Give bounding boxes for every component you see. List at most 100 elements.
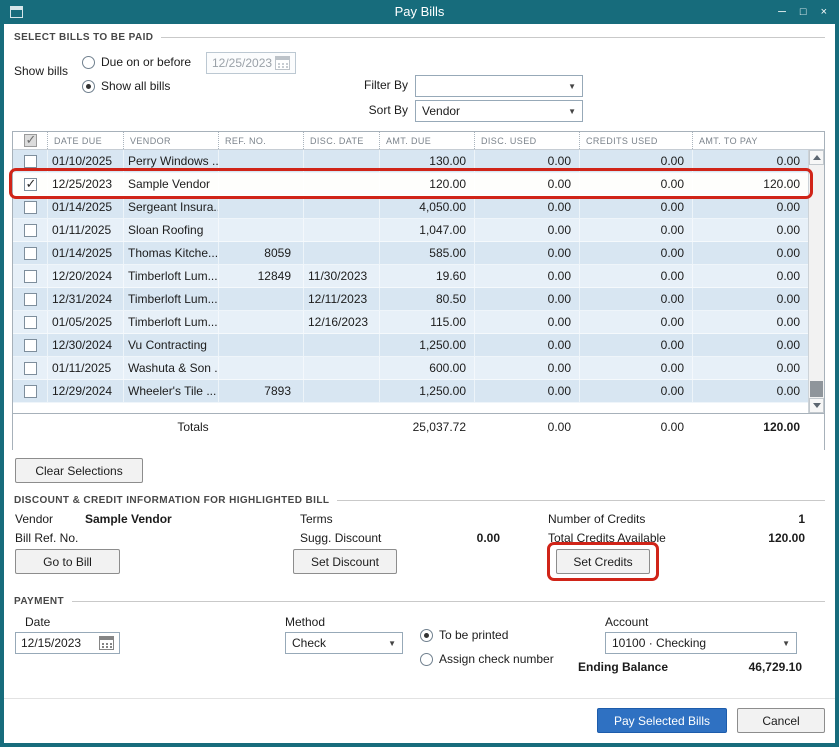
table-row[interactable]: 12/20/2024 Timberloft Lum... 12849 11/30… bbox=[13, 265, 808, 288]
amt-to-pay-cell: 120.00 bbox=[692, 173, 808, 195]
row-checkbox[interactable] bbox=[24, 293, 37, 306]
vendor-cell: Timberloft Lum... bbox=[123, 288, 218, 310]
table-row[interactable]: 12/29/2024 Wheeler's Tile ... 7893 1,250… bbox=[13, 380, 808, 403]
col-header-disc-used[interactable]: DISC. USED bbox=[474, 132, 579, 149]
date-due-cell: 12/29/2024 bbox=[47, 380, 123, 402]
table-row[interactable]: 01/11/2025 Washuta & Son ... 600.00 0.00… bbox=[13, 357, 808, 380]
vendor-cell: Perry Windows ... bbox=[123, 150, 218, 172]
row-checkbox[interactable] bbox=[24, 155, 37, 168]
row-checkbox[interactable] bbox=[24, 247, 37, 260]
calendar-icon[interactable] bbox=[275, 56, 290, 70]
due-date-value: 12/25/2023 bbox=[212, 56, 272, 70]
scroll-down-button[interactable] bbox=[809, 398, 824, 413]
date-due-cell: 01/11/2025 bbox=[47, 357, 123, 379]
clear-selections-button[interactable]: Clear Selections bbox=[15, 458, 143, 483]
col-header-ref-no[interactable]: REF. NO. bbox=[218, 132, 303, 149]
assign-check-number-label[interactable]: Assign check number bbox=[439, 652, 554, 666]
filter-by-dropdown[interactable]: ▼ bbox=[415, 75, 583, 97]
row-checkbox[interactable] bbox=[24, 339, 37, 352]
col-header-disc-date[interactable]: DISC. DATE bbox=[303, 132, 379, 149]
table-row[interactable]: 01/11/2025 Sloan Roofing 1,047.00 0.00 0… bbox=[13, 219, 808, 242]
due-on-or-before-radio[interactable]: Due on or before bbox=[82, 55, 191, 69]
radio-icon[interactable] bbox=[82, 80, 95, 93]
totals-amt-due: 25,037.72 bbox=[379, 420, 474, 434]
date-due-cell: 01/10/2025 bbox=[47, 150, 123, 172]
disc-date-cell bbox=[303, 150, 379, 172]
col-header-date-due[interactable]: DATE DUE bbox=[47, 132, 123, 149]
close-icon[interactable]: × bbox=[821, 6, 827, 18]
vendor-cell: Sample Vendor bbox=[123, 173, 218, 195]
scrollbar-thumb[interactable] bbox=[810, 381, 823, 397]
disc-date-cell: 11/30/2023 bbox=[303, 265, 379, 287]
disc-date-cell bbox=[303, 219, 379, 241]
pay-selected-bills-button[interactable]: Pay Selected Bills bbox=[597, 708, 727, 733]
calendar-icon[interactable] bbox=[99, 636, 114, 650]
total-credits-available-value: 120.00 bbox=[700, 531, 805, 545]
radio-icon[interactable] bbox=[420, 653, 433, 666]
table-row[interactable]: 01/14/2025 Sergeant Insura... 4,050.00 0… bbox=[13, 196, 808, 219]
credits-used-cell: 0.00 bbox=[579, 265, 692, 287]
col-header-amt-to-pay[interactable]: AMT. TO PAY bbox=[692, 132, 824, 149]
set-discount-button[interactable]: Set Discount bbox=[293, 549, 397, 574]
maximize-icon[interactable]: □ bbox=[800, 6, 807, 18]
assign-check-number-radio[interactable]: Assign check number bbox=[420, 652, 554, 666]
radio-icon[interactable] bbox=[82, 56, 95, 69]
go-to-bill-button[interactable]: Go to Bill bbox=[15, 549, 120, 574]
amt-due-cell: 4,050.00 bbox=[379, 196, 474, 218]
sort-by-value: Vendor bbox=[422, 104, 460, 118]
account-label: Account bbox=[605, 615, 648, 629]
payment-date-field[interactable]: 12/15/2023 bbox=[15, 632, 120, 654]
amt-due-cell: 1,250.00 bbox=[379, 380, 474, 402]
table-row[interactable]: 12/31/2024 Timberloft Lum... 12/11/2023 … bbox=[13, 288, 808, 311]
row-checkbox[interactable] bbox=[24, 178, 37, 191]
sugg-discount-label: Sugg. Discount bbox=[300, 531, 381, 545]
disc-date-cell: 12/11/2023 bbox=[303, 288, 379, 310]
table-row[interactable]: 12/30/2024 Vu Contracting 1,250.00 0.00 … bbox=[13, 334, 808, 357]
ref-no-cell bbox=[218, 173, 303, 195]
vendor-cell: Timberloft Lum... bbox=[123, 265, 218, 287]
row-checkbox[interactable] bbox=[24, 201, 37, 214]
sugg-discount-value: 0.00 bbox=[420, 531, 500, 545]
ref-no-cell bbox=[218, 334, 303, 356]
table-body: 01/10/2025 Perry Windows ... 130.00 0.00… bbox=[13, 150, 808, 413]
vendor-cell: Vu Contracting bbox=[123, 334, 218, 356]
sort-by-dropdown[interactable]: Vendor ▼ bbox=[415, 100, 583, 122]
method-dropdown[interactable]: Check ▼ bbox=[285, 632, 403, 654]
show-all-bills-radio[interactable]: Show all bills bbox=[82, 79, 170, 93]
table-scrollbar[interactable] bbox=[808, 150, 824, 413]
disc-date-cell: 12/16/2023 bbox=[303, 311, 379, 333]
select-all-checkbox[interactable] bbox=[24, 134, 37, 147]
vendor-cell: Thomas Kitche... bbox=[123, 242, 218, 264]
table-row-selected[interactable]: 12/25/2023 Sample Vendor 120.00 0.00 0.0… bbox=[13, 173, 808, 196]
row-checkbox[interactable] bbox=[24, 270, 37, 283]
due-on-or-before-label[interactable]: Due on or before bbox=[101, 55, 191, 69]
disc-date-cell bbox=[303, 196, 379, 218]
col-header-vendor[interactable]: VENDOR bbox=[123, 132, 218, 149]
disc-date-cell bbox=[303, 173, 379, 195]
to-be-printed-radio[interactable]: To be printed bbox=[420, 628, 508, 642]
row-checkbox[interactable] bbox=[24, 316, 37, 329]
bill-ref-no-label: Bill Ref. No. bbox=[15, 531, 78, 545]
account-dropdown[interactable]: 10100 · Checking ▼ bbox=[605, 632, 797, 654]
to-be-printed-label[interactable]: To be printed bbox=[439, 628, 508, 642]
date-due-cell: 12/30/2024 bbox=[47, 334, 123, 356]
table-row[interactable]: 01/10/2025 Perry Windows ... 130.00 0.00… bbox=[13, 150, 808, 173]
scroll-up-button[interactable] bbox=[809, 150, 824, 165]
radio-icon[interactable] bbox=[420, 629, 433, 642]
minimize-icon[interactable]: ─ bbox=[778, 6, 786, 18]
table-row[interactable]: 01/14/2025 Thomas Kitche... 8059 585.00 … bbox=[13, 242, 808, 265]
col-header-credits-used[interactable]: CREDITS USED bbox=[579, 132, 692, 149]
set-credits-button[interactable]: Set Credits bbox=[556, 549, 650, 574]
show-all-bills-label[interactable]: Show all bills bbox=[101, 79, 170, 93]
row-checkbox[interactable] bbox=[24, 362, 37, 375]
ref-no-cell bbox=[218, 150, 303, 172]
cancel-button[interactable]: Cancel bbox=[737, 708, 825, 733]
row-checkbox[interactable] bbox=[24, 385, 37, 398]
row-checkbox[interactable] bbox=[24, 224, 37, 237]
date-due-cell: 12/31/2024 bbox=[47, 288, 123, 310]
table-row[interactable]: 01/05/2025 Timberloft Lum... 12/16/2023 … bbox=[13, 311, 808, 334]
col-header-amt-due[interactable]: AMT. DUE bbox=[379, 132, 474, 149]
due-date-field[interactable]: 12/25/2023 bbox=[206, 52, 296, 74]
payment-title: PAYMENT bbox=[14, 596, 64, 607]
ref-no-cell: 7893 bbox=[218, 380, 303, 402]
